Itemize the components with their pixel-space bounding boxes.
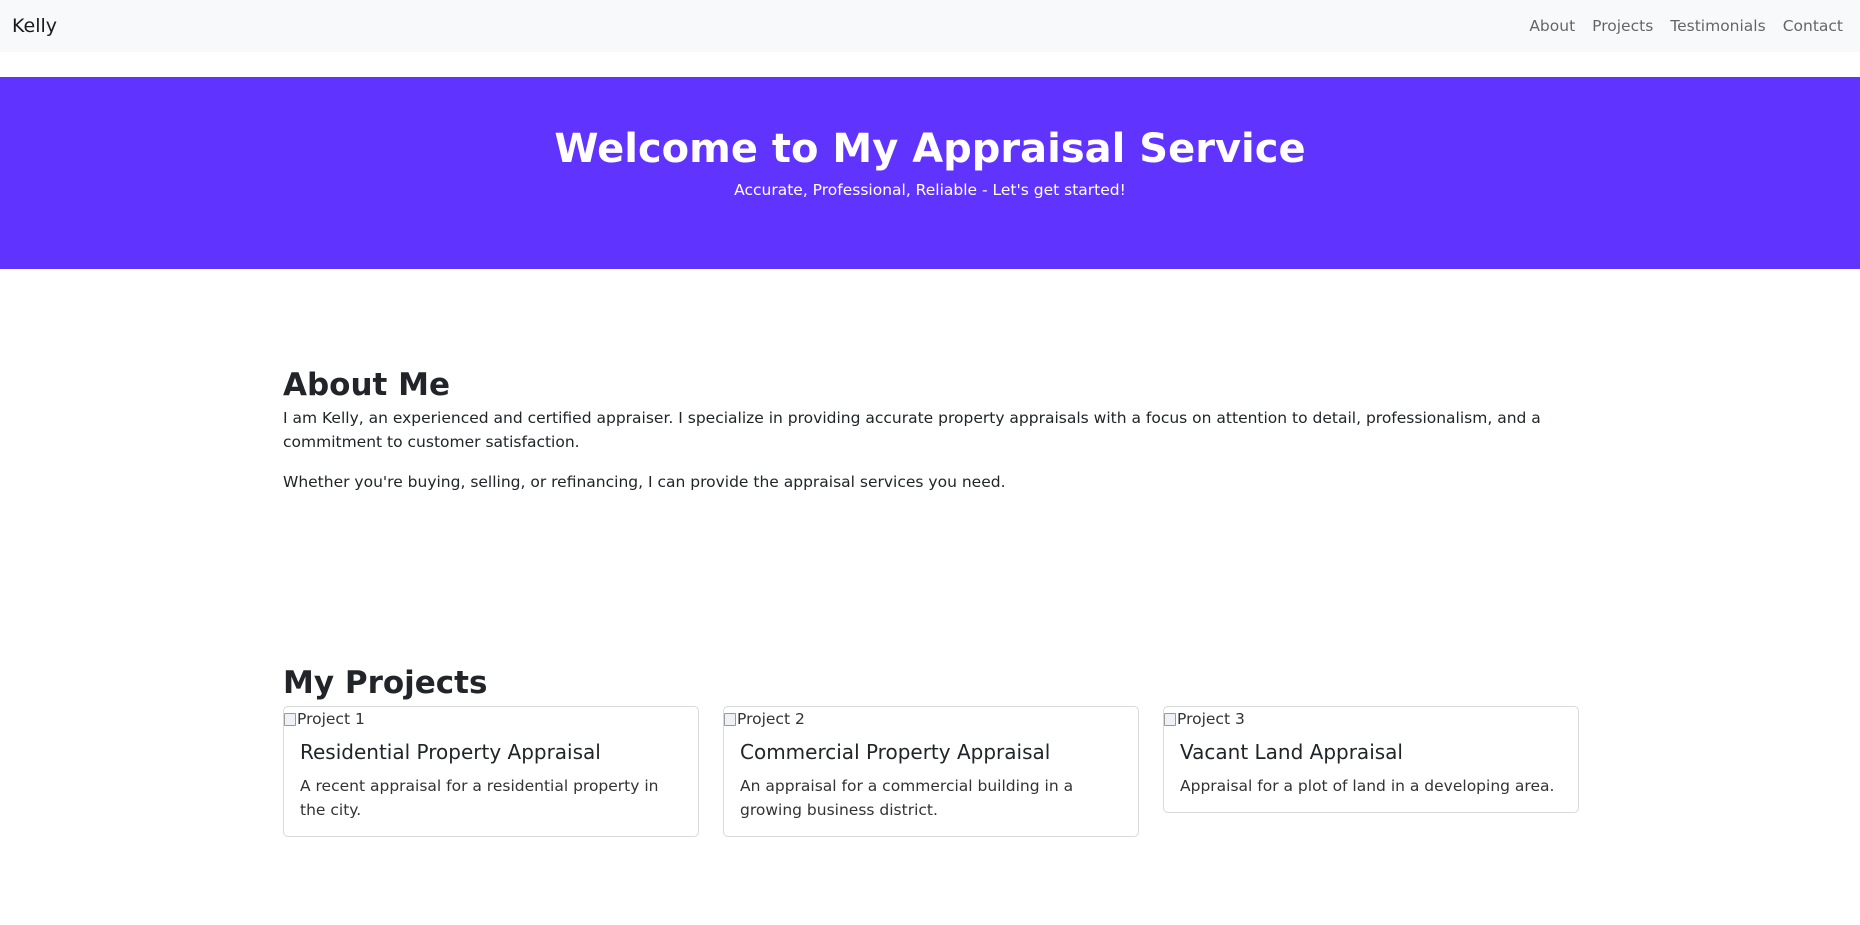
project-image: Project 3 xyxy=(1164,707,1578,731)
project-cards: Project 1 Residential Property Appraisal… xyxy=(283,706,1579,838)
card-body: Vacant Land Appraisal Appraisal for a pl… xyxy=(1164,731,1578,812)
nav-link-about[interactable]: About xyxy=(1529,17,1575,35)
hero-subtitle: Accurate, Professional, Reliable - Let's… xyxy=(734,181,1126,199)
project-card: Project 3 Vacant Land Appraisal Appraisa… xyxy=(1163,706,1579,814)
nav-links: About Projects Testimonials Contact xyxy=(1529,17,1848,35)
card-title: Residential Property Appraisal xyxy=(300,740,601,765)
about-paragraph: Whether you're buying, selling, or refin… xyxy=(283,473,1006,492)
broken-image-icon xyxy=(1164,712,1176,726)
nav-link-projects[interactable]: Projects xyxy=(1592,17,1653,35)
project-image: Project 1 xyxy=(284,707,698,731)
brand-link[interactable]: Kelly xyxy=(12,15,57,37)
card-text: Appraisal for a plot of land in a develo… xyxy=(1180,777,1555,796)
about-section: About Me I am Kelly, an experienced and … xyxy=(283,367,1579,494)
broken-image-icon xyxy=(724,712,736,726)
broken-image-icon xyxy=(284,712,296,726)
card-body: Commercial Property Appraisal An apprais… xyxy=(724,731,1138,836)
hero-title: Welcome to My Appraisal Service xyxy=(554,126,1306,172)
nav-link-testimonials[interactable]: Testimonials xyxy=(1670,17,1765,35)
projects-heading: My Projects xyxy=(283,665,488,701)
about-heading: About Me xyxy=(283,367,451,403)
nav-link-contact[interactable]: Contact xyxy=(1783,17,1843,35)
project-image-alt: Project 3 xyxy=(1177,710,1245,729)
project-image: Project 2 xyxy=(724,707,1138,731)
project-card: Project 2 Commercial Property Appraisal … xyxy=(723,706,1139,838)
card-title: Vacant Land Appraisal xyxy=(1180,740,1403,765)
hero-banner: Welcome to My Appraisal Service Accurate… xyxy=(0,77,1860,269)
card-text: A recent appraisal for a residential pro… xyxy=(300,777,659,820)
card-body: Residential Property Appraisal A recent … xyxy=(284,731,698,836)
project-card: Project 1 Residential Property Appraisal… xyxy=(283,706,699,838)
card-text: An appraisal for a commercial building i… xyxy=(740,777,1074,820)
projects-section: My Projects Project 1 Residential Proper… xyxy=(283,665,1579,838)
navbar: Kelly About Projects Testimonials Contac… xyxy=(0,0,1860,52)
about-paragraph: I am Kelly, an experienced and certified… xyxy=(283,409,1541,452)
project-image-alt: Project 1 xyxy=(297,710,365,729)
project-image-alt: Project 2 xyxy=(737,710,805,729)
card-title: Commercial Property Appraisal xyxy=(740,740,1051,765)
